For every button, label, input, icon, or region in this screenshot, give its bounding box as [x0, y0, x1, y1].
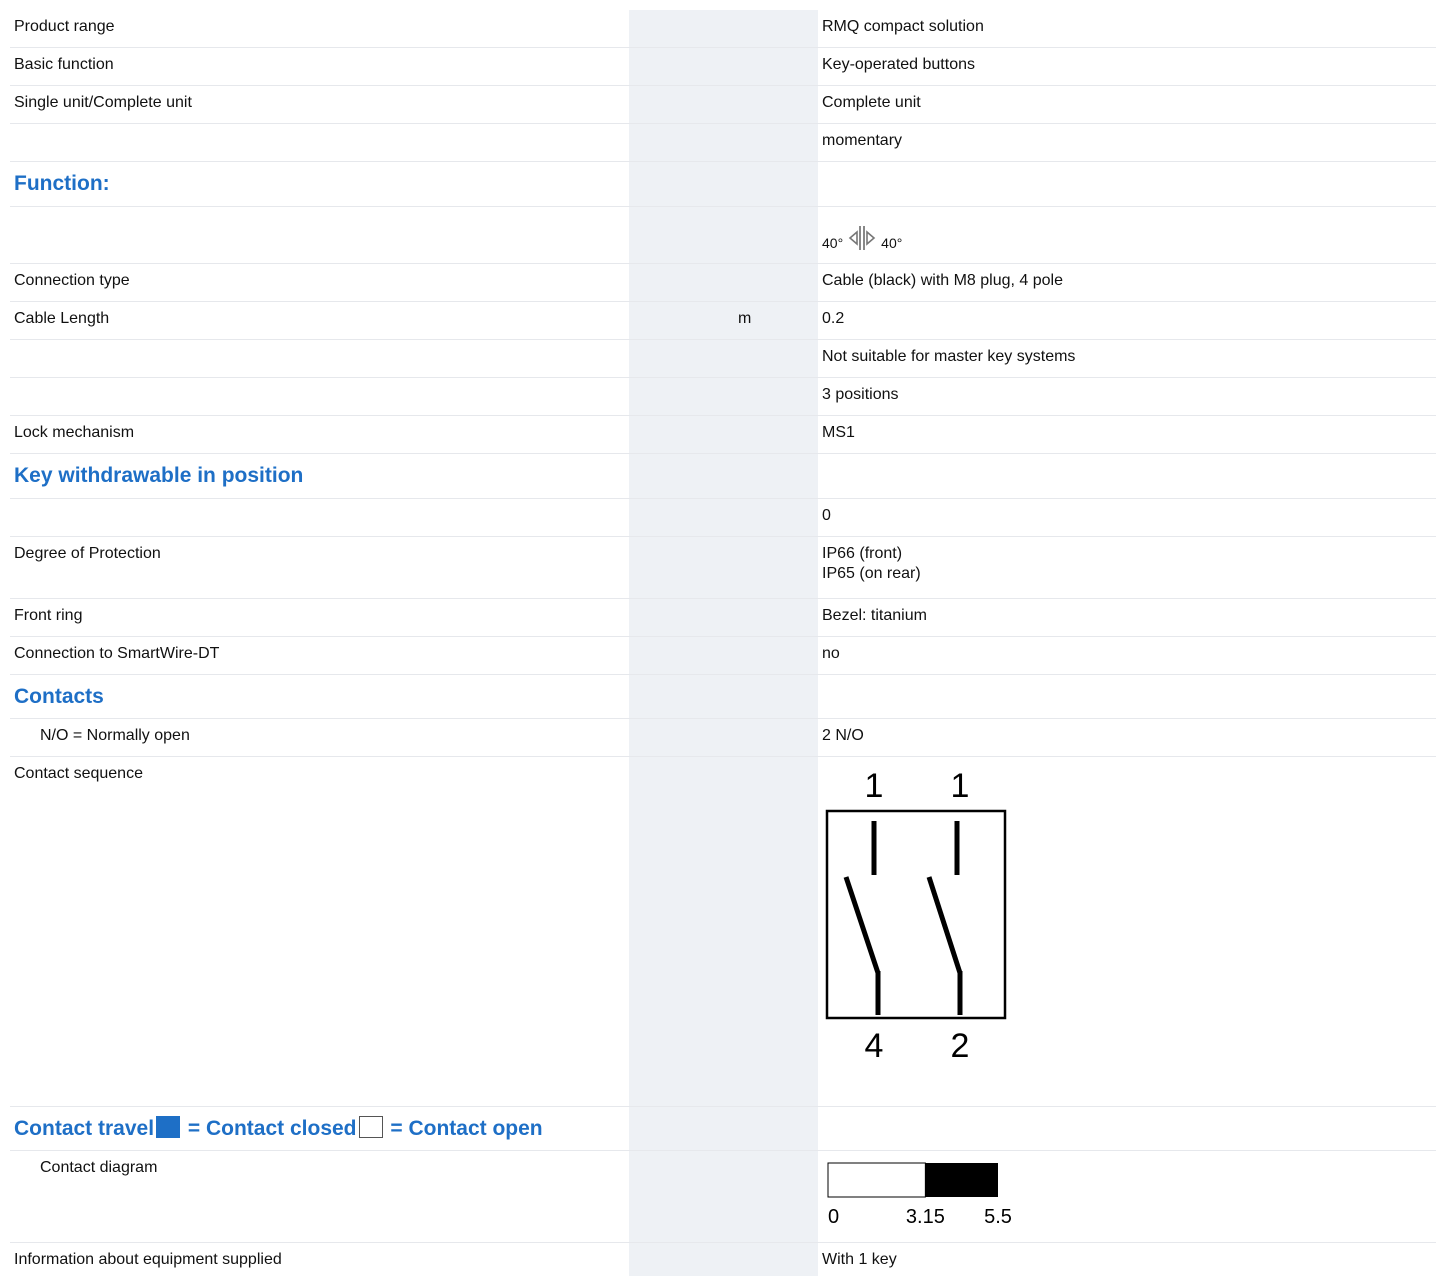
row-unit: m [738, 310, 752, 327]
contact-sequence-row: Contact sequence 1 1 4 2 [10, 757, 1436, 1107]
spec-row: Connection to SmartWire-DT no [10, 637, 1436, 675]
row-value: 3 positions [822, 386, 899, 403]
spec-row: momentary [10, 124, 1436, 162]
spec-row: Lock mechanism MS1 [10, 416, 1436, 454]
row-label: Contact diagram [40, 1159, 158, 1176]
contact-travel-heading-row: Contact travel = Contact closed = Contac… [10, 1107, 1436, 1151]
row-value: 2 N/O [822, 727, 864, 744]
row-value: Bezel: titanium [822, 607, 927, 624]
row-value: RMQ compact solution [822, 18, 984, 35]
row-label: Lock mechanism [14, 424, 135, 441]
contact-travel-heading: Contact travel = Contact closed = Contac… [14, 1116, 543, 1140]
row-label: Information about equipment supplied [14, 1251, 282, 1268]
spec-row: Cable Length m 0.2 [10, 302, 1436, 340]
row-label: Product range [14, 18, 115, 35]
row-label [10, 378, 629, 415]
contact-open-swatch [358, 1116, 383, 1138]
angle-left: 40° [822, 235, 844, 251]
spec-row: Single unit/Complete unit Complete unit [10, 86, 1436, 124]
spec-row: Information about equipment supplied With… [10, 1243, 1436, 1281]
row-label: Front ring [14, 607, 83, 624]
section-heading: Key withdrawable in position [14, 464, 304, 487]
angle-right: 40° [881, 235, 903, 251]
moving-contact-1 [843, 876, 881, 974]
row-label: Single unit/Complete unit [14, 94, 192, 111]
row-label: Connection to SmartWire-DT [14, 645, 220, 662]
function-value: 40° 40° [822, 223, 1432, 253]
row-label [10, 124, 629, 161]
row-value: momentary [822, 132, 903, 149]
spec-row: N/O = Normally open 2 N/O [10, 719, 1436, 757]
row-label: Basic function [14, 56, 114, 73]
travel-tick-label: 3.15 [906, 1206, 945, 1228]
contact-sequence-diagram: 1 1 4 2 [825, 767, 1007, 1065]
function-row: 40° 40° [10, 207, 1436, 264]
terminal-top-2: 1 [951, 767, 970, 805]
row-value: 0.2 [822, 310, 845, 327]
contact-closed-segment [925, 1163, 998, 1197]
spec-row: 0 [10, 499, 1436, 537]
row-value: no [822, 645, 840, 662]
section-heading: Contacts [14, 685, 104, 708]
spec-row: Connection type Cable (black) with M8 plu… [10, 264, 1436, 302]
contact-closed-swatch [156, 1116, 181, 1138]
row-value: Not suitable for master key systems [822, 348, 1076, 365]
travel-tick-label: 0 [828, 1206, 839, 1228]
spec-sheet: Product range RMQ compact solution Basic f… [10, 10, 1436, 1281]
spec-row: Not suitable for master key systems [10, 340, 1436, 378]
spec-row: Product range RMQ compact solution [10, 10, 1436, 48]
row-label [10, 499, 629, 536]
spec-row: 3 positions [10, 378, 1436, 416]
row-label: Cable Length [14, 310, 110, 327]
section-heading: Function: [14, 172, 110, 195]
function-heading-row: Function: [10, 162, 1436, 207]
switch-housing [825, 809, 1007, 1020]
row-value: Cable (black) with M8 plug, 4 pole [822, 272, 1064, 289]
row-value: 0 [822, 507, 831, 524]
row-value: IP66 (front) IP65 (on rear) [822, 545, 921, 582]
contacts-heading-row: Contacts [10, 675, 1436, 719]
row-label: Contact sequence [14, 765, 143, 782]
spec-row: Basic function Key-operated buttons [10, 48, 1436, 86]
contact-travel-diagram: 0 3.15 5.5 [827, 1162, 1012, 1228]
spec-row: Degree of Protection IP66 (front) IP65 (o… [10, 537, 1436, 599]
row-value: With 1 key [822, 1251, 897, 1268]
travel-tick-label: 5.5 [984, 1206, 1012, 1228]
terminal-bottom-2: 2 [951, 1027, 970, 1061]
row-value: MS1 [822, 424, 855, 441]
row-label: Connection type [14, 272, 130, 289]
key-heading-row: Key withdrawable in position [10, 454, 1436, 499]
row-value: Key-operated buttons [822, 56, 975, 73]
key-switch-rotation-icon [848, 226, 876, 250]
contact-diagram-row: Contact diagram 0 3.15 5.5 [10, 1151, 1436, 1243]
moving-contact-2 [926, 876, 963, 974]
terminal-bottom-4: 4 [865, 1027, 884, 1061]
contact-open-segment [827, 1162, 926, 1198]
row-value: Complete unit [822, 94, 921, 111]
spec-row: Front ring Bezel: titanium [10, 599, 1436, 637]
row-label: N/O = Normally open [40, 727, 190, 744]
row-label [10, 340, 629, 377]
cut-off-title [0, 0, 1436, 10]
terminal-top-1: 1 [865, 767, 884, 805]
row-label: Degree of Protection [14, 545, 161, 562]
